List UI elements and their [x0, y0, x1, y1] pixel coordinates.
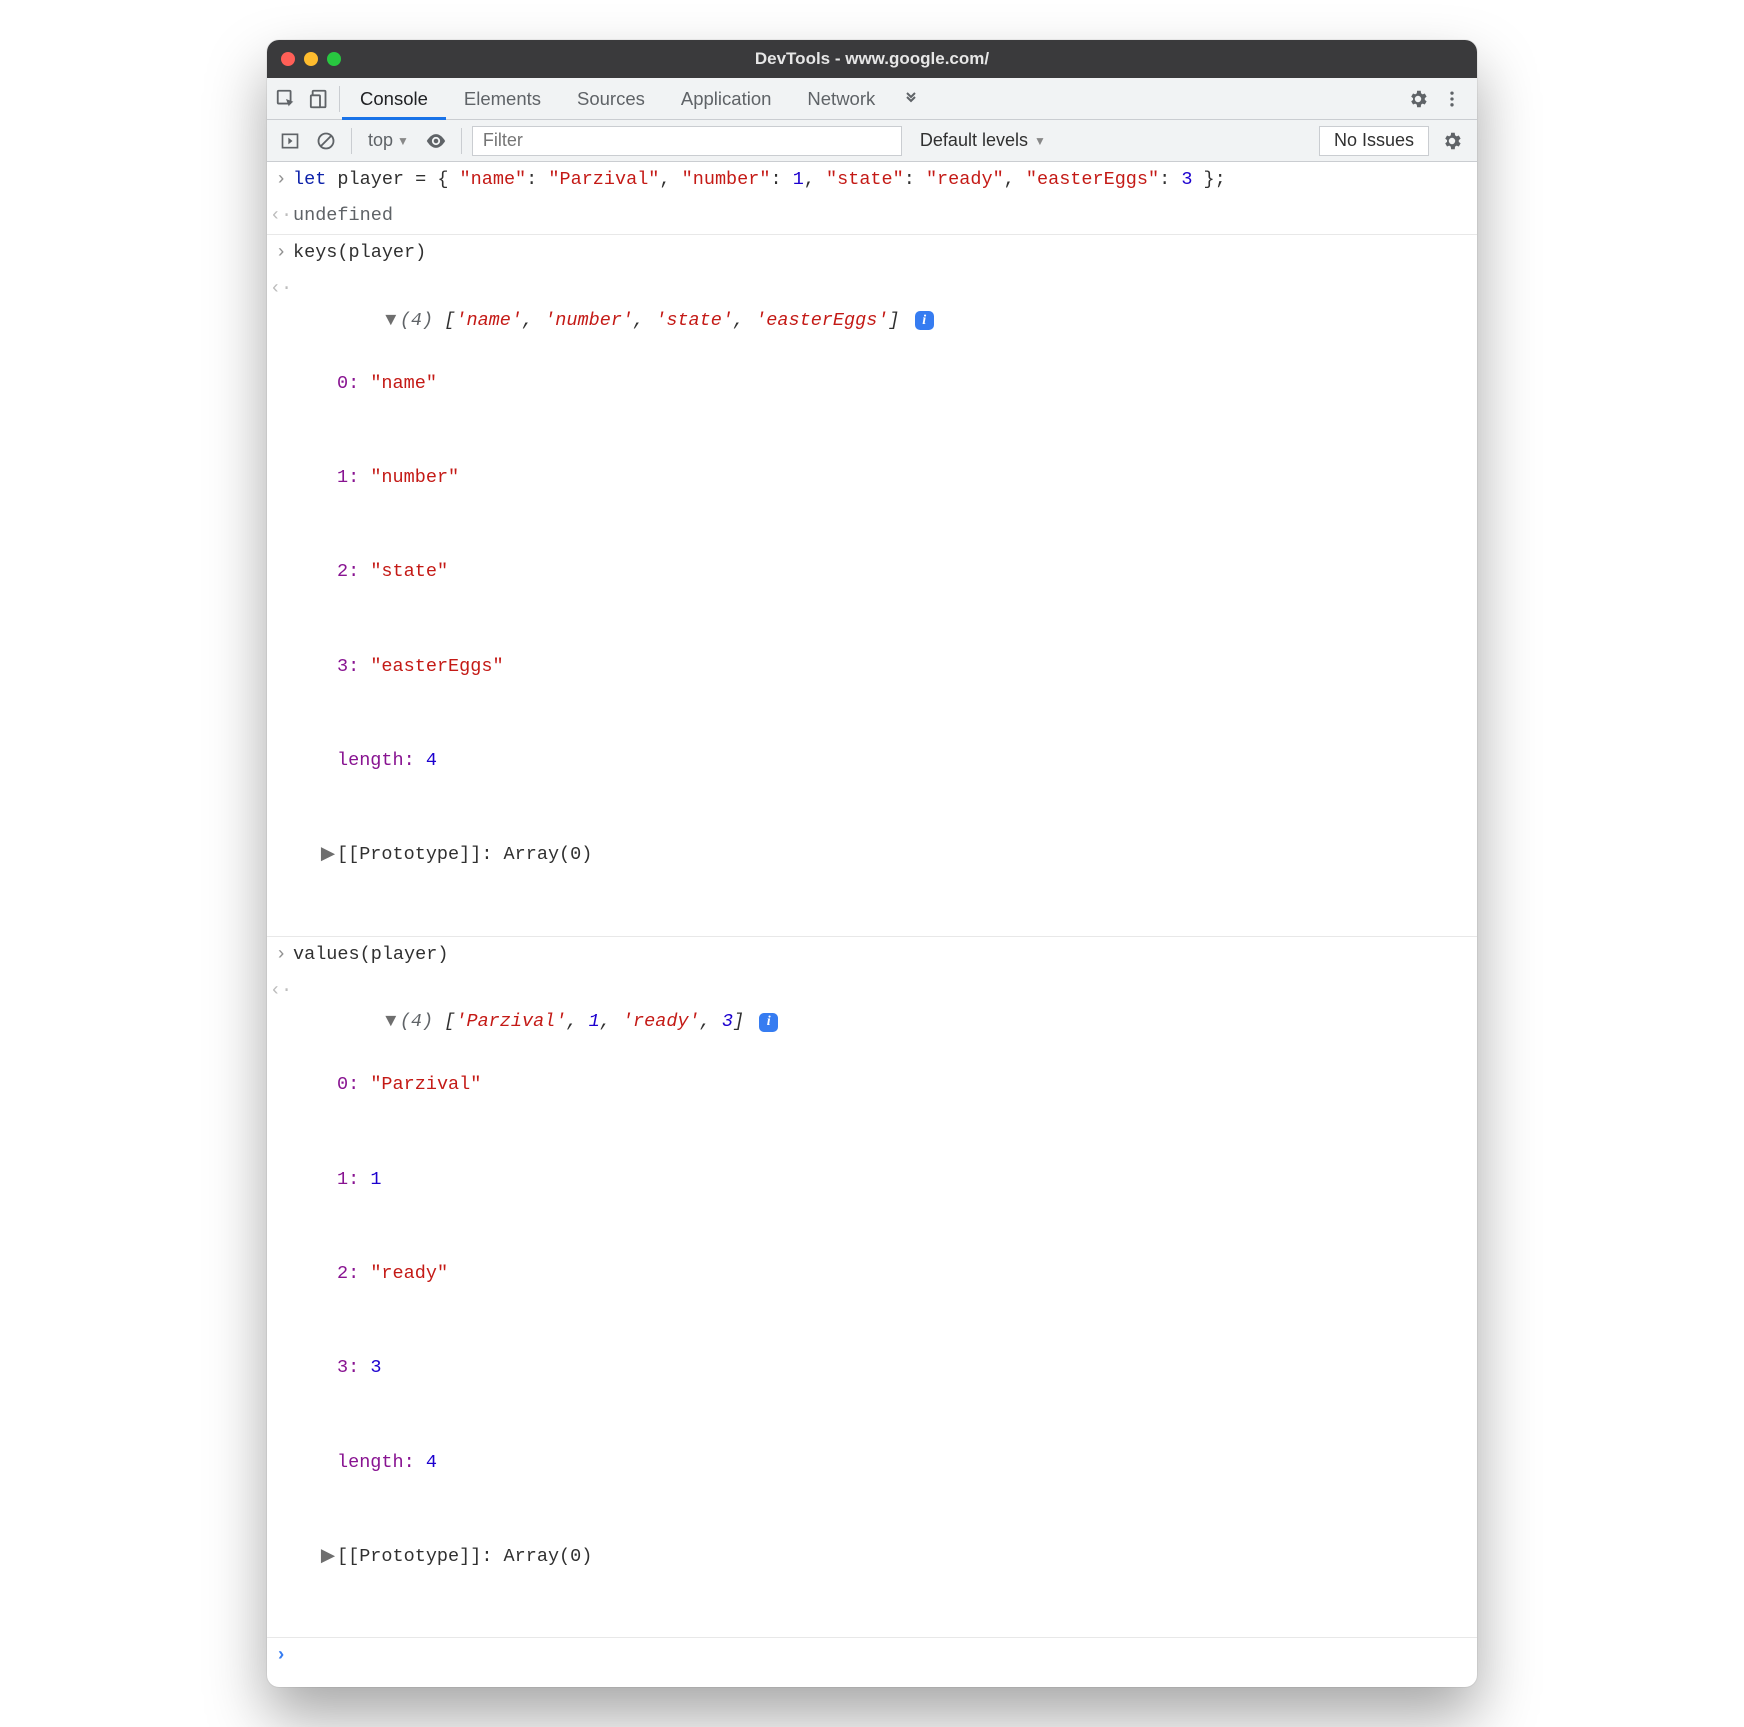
- array-count: (4): [400, 1011, 433, 1032]
- array-item[interactable]: 1: 1: [293, 1164, 1465, 1195]
- info-badge-icon[interactable]: i: [915, 311, 934, 330]
- console-input-text: let player = { "name": "Parzival", "numb…: [293, 164, 1473, 195]
- console-result-row: ‹· ▼(4) ['name', 'number', 'state', 'eas…: [267, 271, 1477, 936]
- array-item[interactable]: 3: 3: [293, 1352, 1465, 1383]
- array-item[interactable]: 1: "number": [293, 462, 1465, 493]
- console-input-text: values(player): [293, 939, 1473, 970]
- live-expression-icon[interactable]: [421, 126, 451, 156]
- issues-button[interactable]: No Issues: [1319, 126, 1429, 156]
- array-length: length: 4: [293, 1447, 1465, 1478]
- context-label: top: [368, 130, 393, 151]
- chevron-right-icon: ›: [269, 939, 293, 970]
- array-item[interactable]: 2: "state": [293, 556, 1465, 587]
- result-arrow-icon: ‹·: [269, 273, 293, 933]
- device-toolbar-icon[interactable]: [303, 78, 337, 120]
- tab-sources[interactable]: Sources: [559, 78, 663, 120]
- tab-console[interactable]: Console: [342, 78, 446, 120]
- console-result-row: ‹· undefined: [267, 198, 1477, 234]
- kebab-menu-icon[interactable]: [1435, 78, 1469, 120]
- log-levels-selector[interactable]: Default levels ▼: [908, 130, 1058, 151]
- console-result-row: ‹· ▼(4) ['Parzival', 1, 'ready', 3] i 0:…: [267, 973, 1477, 1638]
- array-item[interactable]: 2: "ready": [293, 1258, 1465, 1289]
- zoom-window-button[interactable]: [327, 52, 341, 66]
- tab-application[interactable]: Application: [663, 78, 790, 120]
- array-count: (4): [400, 310, 433, 331]
- expand-toggle-icon[interactable]: ▶: [319, 839, 337, 870]
- prototype-row[interactable]: ▶[[Prototype]]: Array(0): [293, 839, 1465, 870]
- expand-toggle-icon[interactable]: ▶: [319, 1541, 337, 1572]
- issues-label: No Issues: [1334, 130, 1414, 151]
- sidebar-toggle-icon[interactable]: [275, 126, 305, 156]
- prototype-row[interactable]: ▶[[Prototype]]: Array(0): [293, 1541, 1465, 1572]
- console-input-caret[interactable]: [293, 1640, 1473, 1671]
- array-length: length: 4: [293, 745, 1465, 776]
- console-input-row[interactable]: › keys(player): [267, 235, 1477, 271]
- chevron-right-icon: ›: [269, 1640, 293, 1671]
- array-item[interactable]: 3: "easterEggs": [293, 651, 1465, 682]
- array-preview: ▼(4) ['Parzival', 1, 'ready', 3] i 0: "P…: [293, 975, 1473, 1635]
- traffic-lights: [281, 52, 341, 66]
- separator: [351, 128, 352, 154]
- info-badge-icon[interactable]: i: [759, 1013, 778, 1032]
- log-levels-label: Default levels: [920, 130, 1028, 151]
- clear-console-icon[interactable]: [311, 126, 341, 156]
- minimize-window-button[interactable]: [304, 52, 318, 66]
- console-settings-icon[interactable]: [1435, 120, 1469, 162]
- console-output: › let player = { "name": "Parzival", "nu…: [267, 162, 1477, 1687]
- more-tabs-button[interactable]: [893, 91, 929, 107]
- console-input-row[interactable]: › values(player): [267, 937, 1477, 973]
- console-prompt[interactable]: ›: [267, 1638, 1477, 1686]
- collapse-toggle-icon[interactable]: ▼: [382, 1006, 400, 1037]
- result-arrow-icon: ‹·: [269, 200, 293, 231]
- console-input-row[interactable]: › let player = { "name": "Parzival", "nu…: [267, 162, 1477, 198]
- chevron-right-icon: ›: [269, 164, 293, 195]
- inspect-element-icon[interactable]: [269, 78, 303, 120]
- array-item[interactable]: 0: "Parzival": [293, 1069, 1465, 1100]
- separator: [339, 86, 340, 112]
- main-tabbar: Console Elements Sources Application Net…: [267, 78, 1477, 120]
- context-selector[interactable]: top ▼: [362, 130, 415, 151]
- chevron-down-icon: ▼: [1034, 134, 1046, 148]
- filter-input-wrapper: [472, 126, 902, 156]
- chevron-right-icon: ›: [269, 237, 293, 268]
- tab-network[interactable]: Network: [789, 78, 893, 120]
- console-result-text: undefined: [293, 200, 1473, 231]
- titlebar: DevTools - www.google.com/: [267, 40, 1477, 78]
- array-item[interactable]: 0: "name": [293, 368, 1465, 399]
- result-arrow-icon: ‹·: [269, 975, 293, 1635]
- separator: [461, 128, 462, 154]
- array-preview: ▼(4) ['name', 'number', 'state', 'easter…: [293, 273, 1473, 933]
- chevron-down-icon: ▼: [397, 134, 409, 148]
- devtools-window: DevTools - www.google.com/ Console Eleme…: [267, 40, 1477, 1687]
- collapse-toggle-icon[interactable]: ▼: [382, 305, 400, 336]
- tab-elements[interactable]: Elements: [446, 78, 559, 120]
- console-toolbar: top ▼ Default levels ▼ No Issues: [267, 120, 1477, 162]
- close-window-button[interactable]: [281, 52, 295, 66]
- filter-input[interactable]: [483, 130, 891, 151]
- settings-icon[interactable]: [1401, 78, 1435, 120]
- window-title: DevTools - www.google.com/: [267, 49, 1477, 69]
- console-input-text: keys(player): [293, 237, 1473, 268]
